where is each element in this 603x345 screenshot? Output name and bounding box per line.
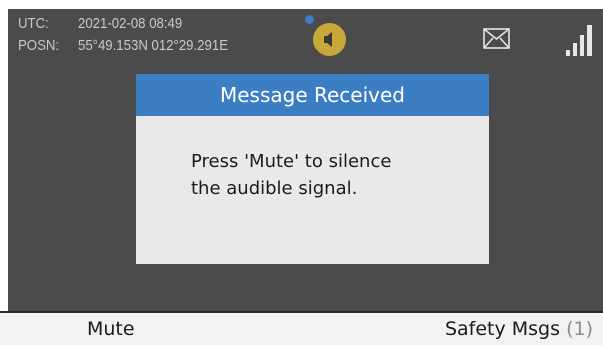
signal-strength-icon [566, 25, 592, 56]
utc-value: 2021-02-08 08:49 [78, 15, 183, 32]
dialog-message-line-2: the audible signal. [191, 178, 358, 199]
message-received-dialog: Message Received Press 'Mute' to silence… [136, 74, 489, 264]
safety-msgs-label: Safety Msgs [444, 318, 561, 340]
position-value: 55°49.153N 012°29.291E [78, 37, 229, 54]
dialog-message-line-1: Press 'Mute' to silence [191, 151, 392, 172]
mute-softkey[interactable]: Mute [87, 318, 135, 340]
softkey-bar: Mute Safety Msgs (1) [0, 311, 603, 345]
envelope-icon [483, 28, 510, 49]
safety-msgs-count: (1) [566, 318, 593, 340]
safety-msgs-softkey[interactable]: Safety Msgs (1) [445, 318, 593, 340]
dialog-title: Message Received [136, 74, 489, 116]
device-screen: UTC: 2021-02-08 08:49 POSN: 55°49.153N 0… [0, 0, 603, 345]
position-label: POSN: [18, 37, 60, 54]
speaker-icon [313, 23, 346, 56]
utc-label: UTC: [18, 15, 49, 32]
